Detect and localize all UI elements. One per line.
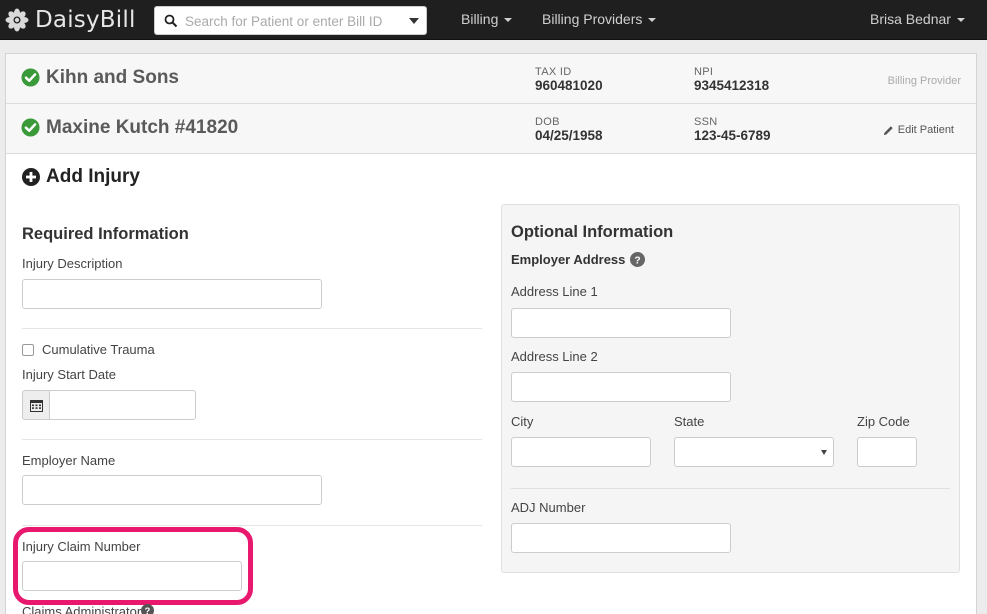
injury-start-date-input[interactable] [49,390,196,420]
patient-row: Maxine Kutch #41820 DOB 04/25/1958 SSN 1… [6,104,976,154]
svg-text:?: ? [145,606,151,614]
check-circle-icon [21,68,40,87]
caret-down-icon [648,18,657,22]
nav-billing-providers[interactable]: Billing Providers [542,11,657,27]
optional-info-panel: Optional Information Employer Address ? … [501,204,960,573]
question-circle-icon[interactable]: ? [630,252,646,267]
nav-billing-providers-label: Billing Providers [542,11,643,27]
address-line-1-label: Address Line 1 [511,284,598,299]
question-circle-icon[interactable]: ? [141,604,155,614]
employer-address-heading: Employer Address ? [511,252,646,267]
billing-provider-label: Billing Provider [887,75,961,87]
brand-name: DaisyBill [35,7,136,33]
cumulative-trauma-label: Cumulative Trauma [42,342,155,357]
provider-name[interactable]: Kihn and Sons [46,67,179,89]
edit-patient-link[interactable]: Edit Patient [883,124,954,136]
cumulative-trauma-checkbox[interactable] [22,344,34,356]
dob-label: DOB [535,116,560,128]
employer-address-label: Employer Address [511,252,626,267]
billing-provider-row: Kihn and Sons TAX ID 960481020 NPI 93454… [6,54,976,104]
caret-down-icon [504,18,513,22]
edit-patient-label: Edit Patient [897,124,954,136]
search-icon [164,14,178,28]
tax-id-label: TAX ID [535,66,572,78]
npi-label: NPI [694,66,714,78]
patient-name[interactable]: Maxine Kutch #41820 [46,117,238,139]
claims-administrator-text: Claims Administrator [22,604,142,614]
check-circle-icon [21,118,40,137]
npi-value: 9345412318 [694,78,770,93]
patient-search-box[interactable] [154,6,427,35]
city-label: City [511,414,534,429]
city-input[interactable] [511,437,651,467]
main-panel: Kihn and Sons TAX ID 960481020 NPI 93454… [5,53,977,614]
address-line-1-input[interactable] [511,308,731,338]
svg-text:?: ? [635,255,641,266]
caret-down-icon [956,18,965,22]
caret-down-icon [821,450,827,455]
address-line-2-label: Address Line 2 [511,349,598,364]
nav-user-menu[interactable]: Brisa Bednar [870,11,965,27]
injury-description-label: Injury Description [22,256,123,271]
injury-description-input[interactable] [22,279,322,309]
plus-circle-icon [22,168,40,186]
user-name: Brisa Bednar [870,11,951,27]
divider [22,439,482,440]
required-info-title: Required Information [22,225,189,243]
calendar-icon [29,399,43,412]
chevron-down-icon[interactable] [409,18,419,24]
zip-code-input[interactable] [857,437,917,467]
claim-number-highlight [13,527,253,605]
state-label: State [674,414,705,429]
tax-id-value: 960481020 [535,78,603,93]
daisy-logo-icon [5,8,29,32]
dob-value: 04/25/1958 [535,128,603,143]
search-input[interactable] [185,11,395,31]
nav-billing[interactable]: Billing [461,11,513,27]
state-select[interactable] [674,437,834,467]
date-picker-button[interactable] [22,390,50,420]
optional-info-title: Optional Information [511,223,674,241]
pencil-icon [883,125,893,135]
brand-logo-link[interactable]: DaisyBill [5,6,136,34]
add-injury-heading: Add Injury [22,166,140,188]
divider [22,525,482,526]
divider [22,328,482,329]
nav-billing-label: Billing [461,11,499,27]
claims-administrator-label: Claims Administrator? [22,604,155,614]
adj-number-label: ADJ Number [511,500,586,515]
ssn-label: SSN [694,116,718,128]
address-line-2-input[interactable] [511,372,731,402]
employer-name-label: Employer Name [22,453,116,468]
zip-code-label: Zip Code [857,414,910,429]
divider [511,488,950,489]
employer-name-input[interactable] [22,475,322,505]
adj-number-input[interactable] [511,523,731,553]
ssn-value: 123-45-6789 [694,128,771,143]
top-navbar: DaisyBill Billing Billing Providers Bris… [0,0,987,40]
injury-start-date-label: Injury Start Date [22,367,116,382]
add-injury-title: Add Injury [46,166,140,187]
